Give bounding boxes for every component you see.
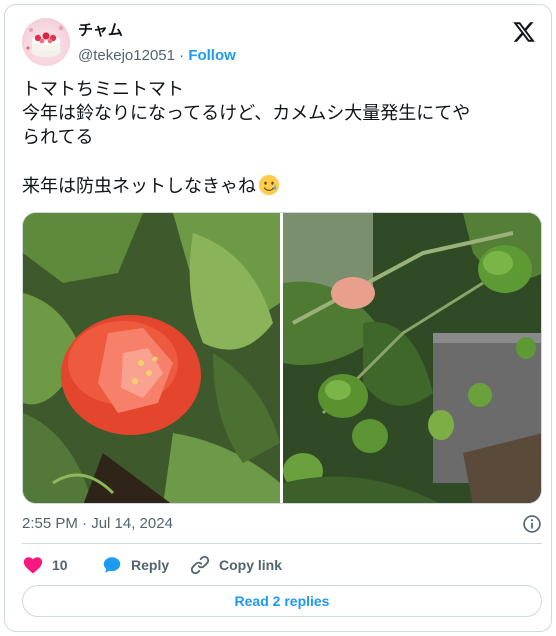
- copy-link-button[interactable]: Copy link: [189, 553, 282, 577]
- like-button[interactable]: 10: [22, 553, 68, 577]
- tweet-media: [22, 212, 542, 504]
- tweet-line: られてる: [22, 127, 94, 148]
- tweet-line-with-emoji: 来年は防虫ネットしなきゃね: [22, 174, 534, 199]
- author-handle[interactable]: @tekejo12051: [78, 47, 175, 64]
- separator-dot: ·: [179, 47, 185, 64]
- reply-button[interactable]: Reply: [101, 553, 169, 577]
- tweet-line: 来年は防虫ネットしなきゃね: [22, 176, 256, 197]
- divider: [22, 543, 542, 544]
- heart-icon: [23, 557, 43, 574]
- author-names: チャム @tekejo12051 · Follow: [78, 20, 236, 66]
- reply-bubble-icon: [103, 557, 121, 573]
- avatar-cake-icon: [26, 25, 64, 57]
- tweet-line: 今年は鈴なりになってるけど、カメムシ大量発生にてや: [22, 103, 471, 124]
- like-count: 10: [52, 557, 68, 573]
- x-logo-icon[interactable]: [512, 20, 536, 44]
- info-icon[interactable]: [522, 514, 542, 534]
- author-handle-row: @tekejo12051 · Follow: [78, 46, 236, 66]
- avatar[interactable]: [22, 18, 70, 66]
- link-icon: [190, 555, 210, 575]
- tweet-text: トマトちミニトマト 今年は鈴なりになってるけど、カメムシ大量発生にてや られてる…: [22, 78, 534, 199]
- tweet-line: [22, 150, 534, 174]
- tear-smile-emoji-icon: [258, 174, 280, 196]
- tweet-line: トマトちミニトマト: [22, 79, 184, 100]
- copy-link-label: Copy link: [219, 557, 283, 573]
- tweet-timestamp[interactable]: 2:55 PM · Jul 14, 2024: [22, 515, 173, 532]
- read-replies-button[interactable]: Read 2 replies: [22, 585, 542, 617]
- tweet-header: チャム @tekejo12051 · Follow: [22, 18, 538, 66]
- reply-label: Reply: [131, 557, 170, 573]
- timestamp-row: 2:55 PM · Jul 14, 2024: [22, 513, 542, 535]
- green-tomatoes-photo[interactable]: [283, 213, 542, 504]
- author-display-name[interactable]: チャム: [78, 20, 236, 40]
- tweet-card: チャム @tekejo12051 · Follow トマトちミニトマト 今年は鈴…: [4, 4, 552, 632]
- follow-button[interactable]: Follow: [188, 47, 236, 64]
- split-tomato-photo[interactable]: [23, 213, 280, 504]
